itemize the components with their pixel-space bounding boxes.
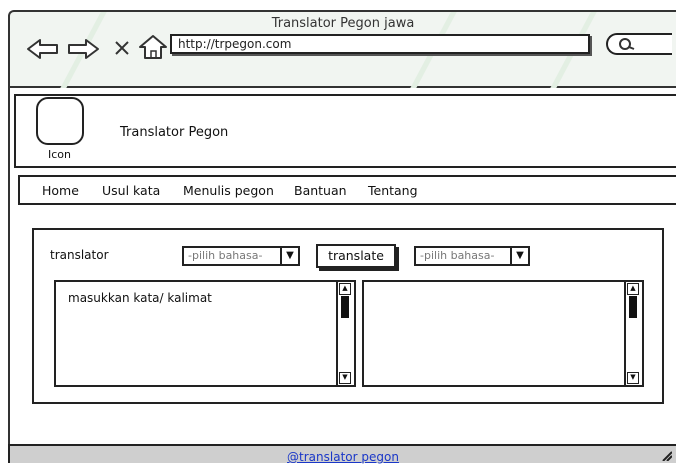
home-icon[interactable]	[138, 34, 168, 60]
resize-grip-icon[interactable]	[660, 449, 672, 461]
menu-item-home[interactable]: Home	[42, 183, 79, 198]
menu-item-tentang[interactable]: Tentang	[368, 183, 418, 198]
scroll-up-icon[interactable]: ▲	[339, 283, 351, 295]
scrollbar[interactable]: ▲ ▼	[336, 282, 352, 385]
translation-output[interactable]: ▲ ▼	[362, 280, 644, 387]
url-input[interactable]: http://trpegon.com	[170, 34, 590, 54]
window-title: Translator Pegon jawa	[271, 16, 415, 31]
menu-item-menulis-pegon[interactable]: Menulis pegon	[183, 183, 274, 198]
source-text-input[interactable]: masukkan kata/ kalimat ▲ ▼	[54, 280, 356, 387]
scrollbar[interactable]: ▲ ▼	[624, 282, 640, 385]
close-x-icon[interactable]	[114, 40, 130, 56]
logo-label: Icon	[48, 148, 71, 161]
menu-item-bantuan[interactable]: Bantuan	[294, 183, 347, 198]
scroll-thumb[interactable]	[341, 296, 349, 318]
logo-placeholder	[36, 97, 84, 145]
target-language-select[interactable]: -pilih bahasa- ▼	[414, 246, 530, 266]
site-header	[14, 94, 676, 168]
back-arrow-icon[interactable]	[26, 38, 60, 60]
site-title: Translator Pegon	[120, 125, 229, 140]
search-icon	[619, 38, 635, 50]
translator-label: translator	[50, 248, 109, 262]
scroll-thumb[interactable]	[629, 296, 637, 318]
source-language-value: -pilih bahasa-	[188, 249, 263, 262]
chevron-down-icon: ▼	[280, 248, 298, 264]
scroll-down-icon[interactable]: ▼	[627, 372, 639, 384]
menu-item-usul-kata[interactable]: Usul kata	[102, 183, 160, 198]
forward-arrow-icon[interactable]	[66, 38, 100, 60]
browser-window: Translator Pegon jawa http://trpegon.com…	[0, 0, 676, 464]
page-footer: @translator pegon	[8, 444, 676, 464]
scroll-up-icon[interactable]: ▲	[627, 283, 639, 295]
scroll-down-icon[interactable]: ▼	[339, 372, 351, 384]
source-language-select[interactable]: -pilih bahasa- ▼	[182, 246, 300, 266]
translate-button[interactable]: translate	[316, 244, 396, 268]
footer-link[interactable]: @translator pegon	[287, 450, 399, 464]
source-text-value: masukkan kata/ kalimat	[68, 291, 212, 305]
browser-search-field[interactable]	[606, 33, 672, 55]
target-language-value: -pilih bahasa-	[420, 249, 495, 262]
chevron-down-icon: ▼	[510, 248, 528, 264]
